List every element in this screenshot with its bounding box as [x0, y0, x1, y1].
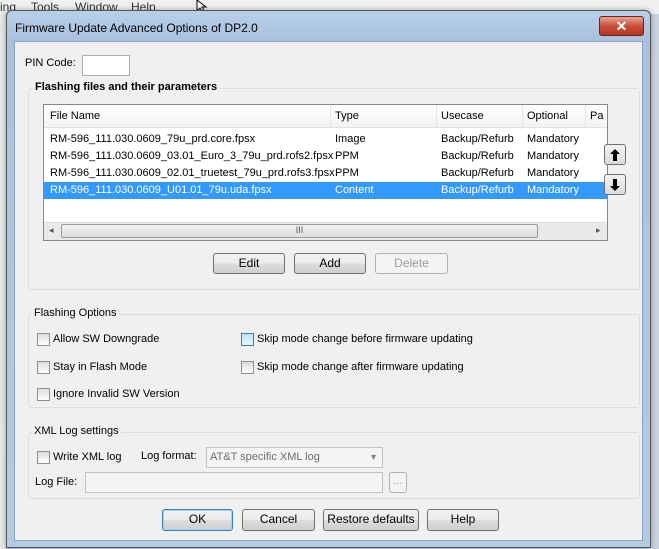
restore-defaults-button[interactable]: Restore defaults	[323, 509, 419, 531]
firmware-options-dialog: Firmware Update Advanced Options of DP2.…	[6, 10, 651, 548]
table-row[interactable]: RM-596_111.030.0609_03.01_Euro_3_79u_prd…	[44, 148, 607, 165]
title-bar[interactable]: Firmware Update Advanced Options of DP2.…	[7, 11, 650, 41]
list-header: File Name Type Usecase Optional Pa	[44, 105, 607, 128]
cell-optional: Mandatory	[527, 167, 579, 179]
column-usecase[interactable]: Usecase	[441, 110, 484, 122]
skip-before-checkbox[interactable]	[241, 333, 254, 346]
column-divider[interactable]	[330, 105, 331, 127]
column-file-name[interactable]: File Name	[50, 110, 100, 122]
move-up-button[interactable]	[604, 144, 626, 165]
table-row[interactable]: RM-596_111.030.0609_02.01_truetest_79u_p…	[44, 165, 607, 182]
table-row[interactable]: RM-596_111.030.0609_79u_prd.core.fpsx Im…	[44, 131, 607, 148]
cell-usecase: Backup/Refurb	[441, 184, 514, 196]
scrollbar-thumb[interactable]: III	[61, 224, 538, 238]
scroll-left-icon[interactable]: ◂	[49, 225, 54, 236]
cell-usecase: Backup/Refurb	[441, 150, 514, 162]
cell-optional: Mandatory	[527, 184, 579, 196]
skip-after-label[interactable]: Skip mode change after firmware updating	[257, 361, 464, 373]
chevron-down-icon: ▼	[369, 452, 378, 462]
cell-type: Content	[335, 184, 374, 196]
help-button[interactable]: Help	[427, 509, 499, 531]
log-file-label: Log File:	[35, 476, 78, 488]
ok-button[interactable]: OK	[162, 509, 233, 531]
column-type[interactable]: Type	[335, 110, 359, 122]
arrow-down-icon	[610, 179, 620, 191]
stay-flash-label[interactable]: Stay in Flash Mode	[53, 361, 147, 373]
edit-button[interactable]: Edit	[213, 253, 285, 274]
cell-type: PPM	[335, 150, 359, 162]
column-parameters[interactable]: Pa	[590, 110, 603, 122]
add-button[interactable]: Add	[294, 253, 366, 274]
pin-code-input[interactable]	[82, 55, 130, 76]
stay-flash-checkbox[interactable]	[37, 361, 50, 374]
pin-code-label: PIN Code:	[25, 57, 76, 69]
log-format-select[interactable]: AT&T specific XML log ▼	[206, 447, 383, 468]
delete-button[interactable]: Delete	[375, 253, 448, 274]
dialog-client-area: PIN Code: Flashing files and their param…	[14, 41, 643, 541]
log-format-value: AT&T specific XML log	[210, 451, 320, 463]
horizontal-scrollbar[interactable]: ◂ III ▸	[44, 222, 607, 240]
ignore-invalid-checkbox[interactable]	[37, 388, 50, 401]
write-xml-label[interactable]: Write XML log	[53, 451, 121, 463]
cell-optional: Mandatory	[527, 150, 579, 162]
browse-button[interactable]: ...	[389, 472, 407, 493]
move-down-button[interactable]	[604, 174, 626, 195]
flashing-files-list[interactable]: File Name Type Usecase Optional Pa RM-59…	[43, 104, 608, 241]
scroll-right-icon[interactable]: ▸	[596, 225, 601, 236]
cell-type: Image	[335, 133, 366, 145]
flashing-files-title: Flashing files and their parameters	[33, 81, 220, 93]
allow-downgrade-label[interactable]: Allow SW Downgrade	[53, 333, 159, 345]
cell-optional: Mandatory	[527, 133, 579, 145]
cell-file-name: RM-596_111.030.0609_03.01_Euro_3_79u_prd…	[50, 150, 334, 162]
cell-type: PPM	[335, 167, 359, 179]
log-file-input[interactable]	[85, 472, 383, 493]
table-row-selected[interactable]: RM-596_111.030.0609_U01.01_79u.uda.fpsx …	[44, 182, 607, 199]
dialog-title: Firmware Update Advanced Options of DP2.…	[15, 21, 258, 35]
cell-file-name: RM-596_111.030.0609_79u_prd.core.fpsx	[50, 133, 256, 145]
log-format-label: Log format:	[141, 450, 197, 462]
skip-after-checkbox[interactable]	[241, 361, 254, 374]
close-button[interactable]: ✕	[599, 16, 644, 36]
cell-file-name: RM-596_111.030.0609_U01.01_79u.uda.fpsx	[50, 184, 272, 196]
xml-log-title: XML Log settings	[32, 425, 121, 437]
allow-downgrade-checkbox[interactable]	[37, 333, 50, 346]
cancel-button[interactable]: Cancel	[242, 509, 315, 531]
column-divider[interactable]	[522, 105, 523, 127]
cell-usecase: Backup/Refurb	[441, 167, 514, 179]
arrow-up-icon	[610, 149, 620, 161]
column-optional[interactable]: Optional	[527, 110, 568, 122]
flashing-options-title: Flashing Options	[32, 307, 119, 319]
write-xml-checkbox[interactable]	[37, 451, 50, 464]
ignore-invalid-label[interactable]: Ignore Invalid SW Version	[53, 388, 180, 400]
skip-before-label[interactable]: Skip mode change before firmware updatin…	[257, 333, 473, 345]
column-divider[interactable]	[436, 105, 437, 127]
cell-file-name: RM-596_111.030.0609_02.01_truetest_79u_p…	[50, 167, 335, 179]
column-divider[interactable]	[585, 105, 586, 127]
cell-usecase: Backup/Refurb	[441, 133, 514, 145]
